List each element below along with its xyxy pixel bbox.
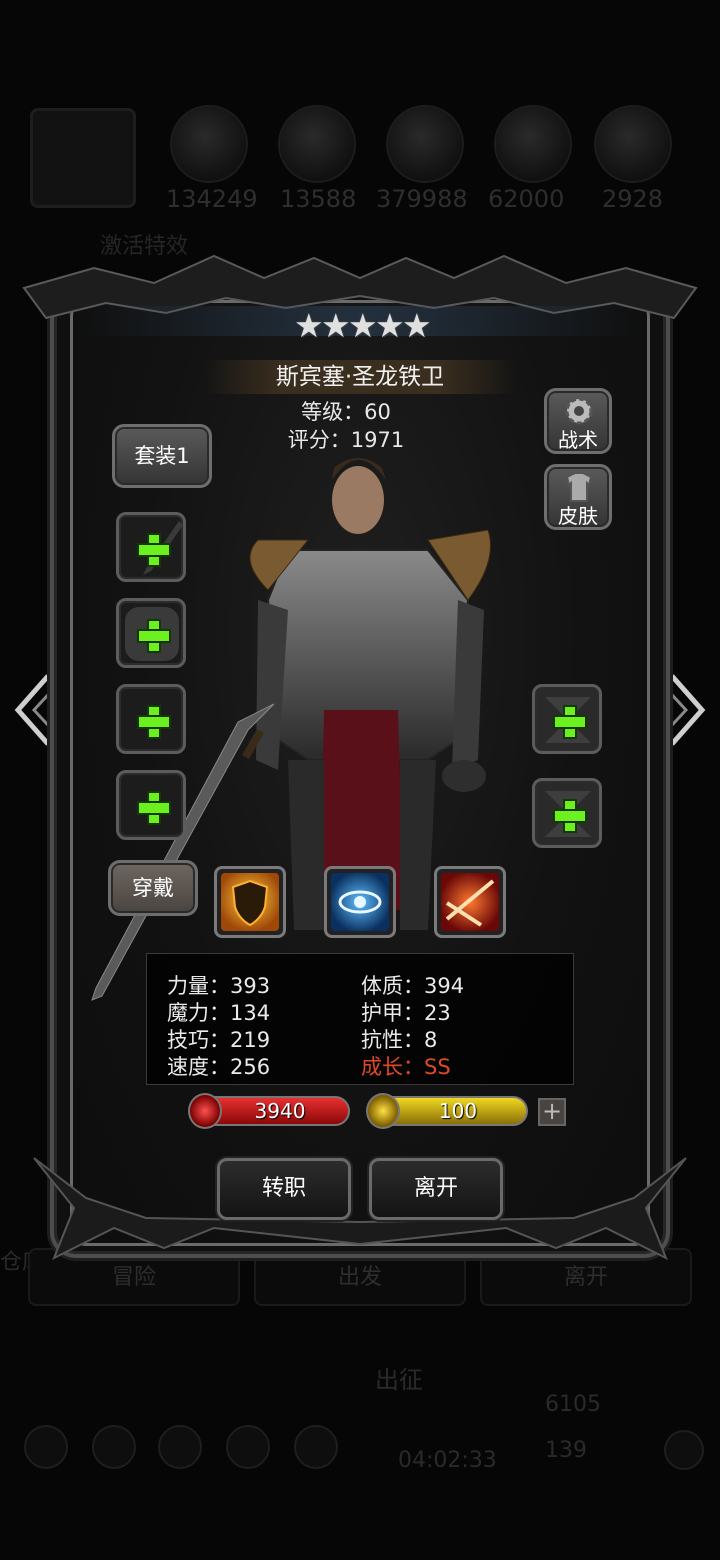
boots-slot[interactable] [116, 770, 186, 840]
resource-icon-2 [278, 105, 356, 183]
resource-icon-5 [594, 105, 672, 183]
stat-growth: 成长：SS [361, 1055, 451, 1079]
ring-slot-2[interactable] [532, 778, 602, 848]
accessory-slot[interactable] [116, 684, 186, 754]
hp-value: 3940 [254, 1099, 306, 1123]
tactics-label: 战术 [558, 428, 598, 452]
background-currency-2: 139 [545, 1438, 587, 1463]
resource-icon-1 [170, 105, 248, 183]
add-energy-button[interactable]: + [538, 1098, 566, 1126]
add-plus-icon [137, 619, 171, 653]
star-icon: ★ [375, 306, 405, 345]
skin-label: 皮肤 [558, 504, 598, 528]
hero-level: 等级：60 [301, 400, 391, 424]
resource-count-3: 379988 [376, 185, 468, 213]
energy-bar: 100 [366, 1093, 528, 1129]
stat-skill: 技巧：219 [167, 1028, 271, 1052]
resource-count-1: 134249 [166, 185, 258, 213]
add-plus-icon [137, 533, 171, 567]
background-timer: 04:02:33 [398, 1448, 497, 1473]
armor-slot[interactable] [116, 598, 186, 668]
slash-skill-button[interactable] [434, 866, 506, 938]
change-job-button[interactable]: 转职 [217, 1158, 351, 1220]
eye-skill-button[interactable] [324, 866, 396, 938]
shield-skill-icon [221, 873, 279, 931]
slash-skill-icon [441, 873, 499, 931]
resource-icon-3 [386, 105, 464, 183]
hero-stats-box: 力量：393 魔力：134 技巧：219 速度：256 体质：394 护甲：23… [146, 953, 574, 1085]
background-plus-icon [664, 1430, 704, 1470]
background-currency-1: 6105 [545, 1392, 601, 1417]
star-icon: ★ [321, 306, 351, 345]
star-icon: ★ [402, 306, 432, 345]
background-portrait [30, 108, 136, 208]
resource-count-5: 2928 [602, 185, 664, 213]
tactics-button[interactable]: 战术 [544, 388, 612, 454]
gear-icon [565, 397, 593, 425]
hero-star-rating: ★ ★ ★ ★ ★ [294, 306, 432, 345]
add-plus-icon [137, 791, 171, 825]
armor-skin-icon [565, 472, 593, 502]
resource-count-4: 62000 [488, 185, 565, 213]
wear-button[interactable]: 穿戴 [108, 860, 198, 916]
resource-icon-4 [494, 105, 572, 183]
star-icon: ★ [348, 306, 378, 345]
stat-magic: 魔力：134 [167, 1001, 271, 1025]
outfit-set-button[interactable]: 套装1 [112, 424, 212, 488]
stat-strength: 力量：393 [167, 974, 271, 998]
background-nav-icon-3 [158, 1425, 202, 1469]
background-nav-icon-4 [226, 1425, 270, 1469]
stat-speed: 速度：256 [167, 1055, 271, 1079]
background-nav-icon-5 [294, 1425, 338, 1469]
stat-resistance: 抗性：8 [361, 1028, 438, 1052]
ring-slot-1[interactable] [532, 684, 602, 754]
background-nav-icon-1 [24, 1425, 68, 1469]
add-plus-icon [553, 799, 587, 833]
background-nav-icon-2 [92, 1425, 136, 1469]
eye-skill-icon [331, 873, 389, 931]
skin-button[interactable]: 皮肤 [544, 464, 612, 530]
leave-button[interactable]: 离开 [369, 1158, 503, 1220]
weapon-slot[interactable] [116, 512, 186, 582]
background-expedition-label: 出征 [375, 1366, 423, 1394]
add-plus-icon [553, 705, 587, 739]
energy-value: 100 [438, 1099, 478, 1123]
stat-constitution: 体质：394 [361, 974, 465, 998]
shield-skill-button[interactable] [214, 866, 286, 938]
stat-armor: 护甲：23 [361, 1001, 451, 1025]
hero-name: 斯宾塞·圣龙铁卫 [204, 360, 516, 394]
star-icon: ★ [294, 306, 324, 345]
resource-count-2: 13588 [280, 185, 357, 213]
thorn-ornament-bottom [33, 1157, 687, 1260]
add-plus-icon [137, 705, 171, 739]
hp-bar: 3940 [188, 1093, 350, 1129]
